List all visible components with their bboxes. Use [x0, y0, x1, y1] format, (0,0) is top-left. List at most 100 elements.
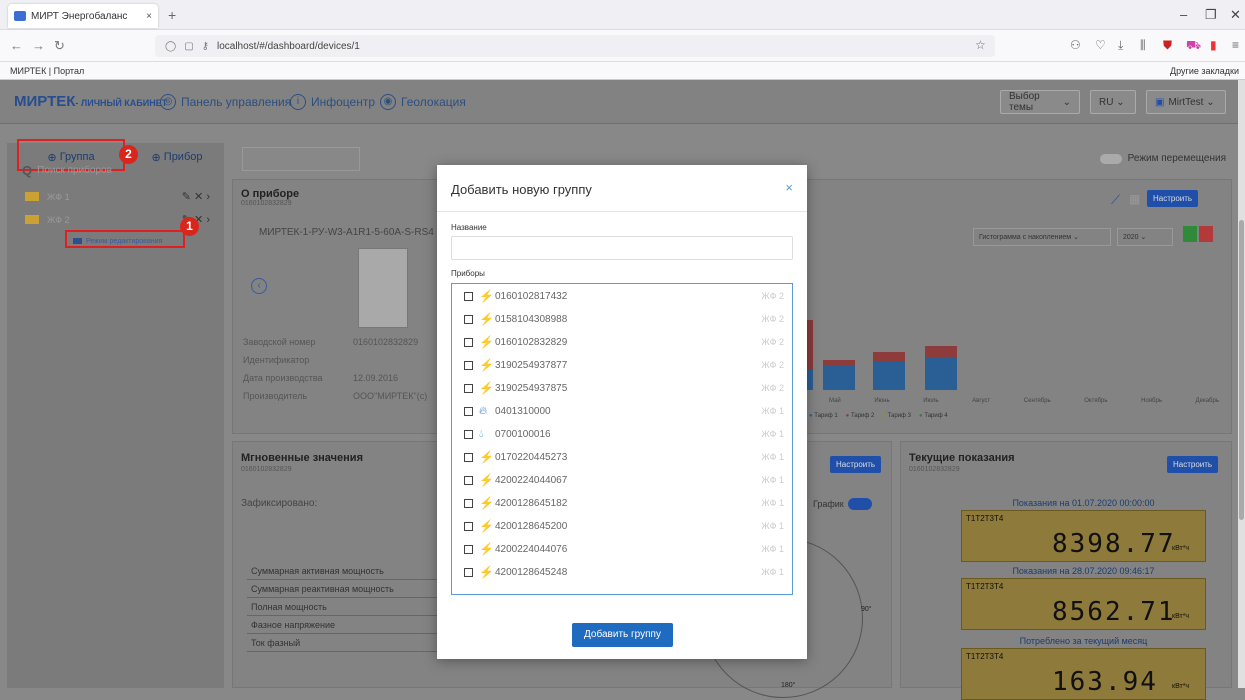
plus-circle-icon: ⊕: [151, 151, 164, 164]
move-mode-toggle[interactable]: Режим перемещения: [1099, 153, 1226, 164]
table-icon[interactable]: ▦: [1129, 192, 1140, 206]
x-tick: Июль: [923, 398, 939, 404]
nav-geolocation[interactable]: ◉ Геолокация: [380, 94, 466, 110]
device-item[interactable]: ⚡ 4200128645248 ЖФ 1: [464, 561, 784, 583]
checkbox[interactable]: [464, 429, 473, 439]
maximize-icon[interactable]: ❐: [1205, 7, 1217, 23]
export-excel-icon[interactable]: [1183, 226, 1197, 242]
chart-line-icon[interactable]: ⟋: [1111, 192, 1120, 208]
meter-photo: [358, 248, 408, 328]
user-select[interactable]: ▣ MirtTest ⌄: [1146, 90, 1226, 114]
device-item[interactable]: 💧︎ 0700100016 ЖФ 1: [464, 423, 784, 445]
nav-infocenter[interactable]: i Инфоцентр: [290, 94, 375, 110]
browser-tab[interactable]: МИРТ Энергобаланс ×: [8, 4, 158, 28]
device-item[interactable]: 🔥︎ 0401310000 ЖФ 1: [464, 400, 784, 422]
checkbox[interactable]: [464, 360, 473, 370]
sidebar-item-zhf1[interactable]: ЖФ 1 ✎ ✕ ›: [25, 190, 210, 203]
configure-chart-button[interactable]: Настроить: [1147, 190, 1199, 207]
device-search[interactable]: Q Поиск приборов: [22, 163, 112, 178]
checkbox[interactable]: [464, 337, 473, 347]
tab-close-icon[interactable]: ×: [146, 11, 152, 22]
electricity-icon: ⚡: [479, 381, 494, 395]
bookmark-other[interactable]: Другие закладки: [1170, 66, 1239, 76]
nav-dashboard[interactable]: ◎ Панель управления: [160, 94, 291, 110]
add-group-submit-button[interactable]: Добавить группу: [572, 623, 673, 647]
chart-type-select[interactable]: Гистограмма с накоплением ⌄: [973, 228, 1111, 246]
app-logo[interactable]: МИРТЕК- ЛИЧНЫЙ КАБИНЕТ: [14, 93, 167, 110]
logo-subtext: - ЛИЧНЫЙ КАБИНЕТ: [75, 98, 168, 108]
pocket-icon[interactable]: ♡: [1095, 38, 1106, 52]
checkbox[interactable]: [464, 291, 473, 301]
bookmark-mirtek[interactable]: МИРТЕК | Портал: [10, 66, 84, 76]
forward-icon[interactable]: →: [32, 38, 45, 53]
extension-shield-icon[interactable]: ⛊: [1163, 38, 1172, 53]
add-device-button[interactable]: ⊕ Прибор: [137, 143, 217, 171]
library-icon[interactable]: ⫼: [1140, 38, 1146, 53]
export-pdf-icon[interactable]: [1199, 226, 1213, 242]
url-bar[interactable]: ◯ ▢ ⚷ localhost/#/dashboard/devices/1: [155, 35, 995, 57]
menu-icon[interactable]: ≡: [1232, 38, 1239, 52]
device-item[interactable]: ⚡ 0158104308988 ЖФ 2: [464, 308, 784, 330]
page-scrollbar[interactable]: [1238, 80, 1245, 688]
window-close-icon[interactable]: ✕: [1230, 7, 1241, 23]
configure-instant-button[interactable]: Настроить: [830, 456, 882, 473]
chart-bar: [925, 346, 957, 390]
checkbox[interactable]: [464, 567, 473, 577]
device-item[interactable]: ⚡ 3190254937875 ЖФ 2: [464, 377, 784, 399]
checkbox[interactable]: [464, 314, 473, 324]
device-item[interactable]: ⚡ 0160102817432 ЖФ 2: [464, 285, 784, 307]
theme-select[interactable]: Выбор темы ⌄: [1000, 90, 1080, 114]
toggle-switch[interactable]: [1099, 153, 1122, 164]
year-select[interactable]: 2020 ⌄: [1117, 228, 1173, 246]
device-group: ЖФ 1: [761, 452, 784, 462]
device-item[interactable]: ⚡ 3190254937877 ЖФ 2: [464, 354, 784, 376]
minimize-icon[interactable]: –: [1180, 7, 1187, 22]
bookmark-star-icon[interactable]: ☆: [975, 38, 986, 52]
extension-cart-icon[interactable]: ⛟: [1186, 38, 1201, 54]
device-model: МИРТЕК-1-РУ-W3-A1R1-5-60A-S-RS4: [259, 227, 434, 238]
reading-caption: Показания на 28.07.2020 09:46:17: [1012, 566, 1155, 576]
device-item[interactable]: ⚡ 4200128645182 ЖФ 1: [464, 492, 784, 514]
lcd-display: T1T2T3T4 8562.71 кВт*ч: [961, 578, 1206, 630]
device-id: 4200128645200: [495, 520, 568, 532]
lcd-unit: кВт*ч: [1172, 613, 1190, 620]
about-row: Идентификатор: [243, 355, 443, 365]
reload-icon[interactable]: ↻: [54, 38, 65, 54]
device-id: 0170220445273: [495, 451, 568, 463]
logo-text: МИРТЕК: [14, 93, 76, 110]
checkbox[interactable]: [464, 544, 473, 554]
device-item[interactable]: ⚡ 4200224044067 ЖФ 1: [464, 469, 784, 491]
device-item[interactable]: ⚡ 0160102832829 ЖФ 2: [464, 331, 784, 353]
language-select[interactable]: RU ⌄: [1090, 90, 1136, 114]
extension-flag-icon[interactable]: ▮: [1210, 38, 1217, 52]
legend-item[interactable]: ● Тариф 3: [882, 413, 911, 419]
device-id: 0158104308988: [495, 313, 568, 325]
x-tick: Ноябрь: [1141, 398, 1162, 404]
device-item[interactable]: ⚡ 0170220445273 ЖФ 1: [464, 446, 784, 468]
item-actions[interactable]: ✎ ✕ ›: [182, 190, 210, 203]
legend-item[interactable]: ● Тариф 4: [919, 413, 948, 419]
toggle-switch[interactable]: [847, 498, 872, 510]
graph-toggle[interactable]: График: [813, 498, 872, 510]
configure-current-button[interactable]: Настроить: [1167, 456, 1219, 473]
add-widget-select[interactable]: Добавить виджет ⌄: [242, 147, 360, 171]
prev-arrow-icon[interactable]: ‹: [251, 278, 267, 294]
legend-item[interactable]: ● Тариф 2: [846, 413, 875, 419]
checkbox[interactable]: [464, 406, 473, 416]
device-item[interactable]: ⚡ 4200128645200 ЖФ 1: [464, 515, 784, 537]
scrollbar-thumb[interactable]: [1239, 220, 1244, 520]
back-icon[interactable]: ←: [10, 38, 23, 53]
device-item[interactable]: ⚡ 4200224044076 ЖФ 1: [464, 538, 784, 560]
checkbox[interactable]: [464, 452, 473, 462]
legend-item[interactable]: ● Тариф 1: [809, 413, 838, 419]
device-list[interactable]: ⚡ 0160102817432 ЖФ 2 ⚡ 0158104308988 ЖФ 2 ⚡ 0…: [451, 283, 793, 595]
downloads-icon[interactable]: ⤓: [1118, 38, 1123, 53]
account-icon[interactable]: ⚇: [1070, 38, 1081, 52]
checkbox[interactable]: [464, 475, 473, 485]
close-icon[interactable]: ×: [785, 180, 793, 195]
group-name-input[interactable]: [451, 236, 793, 260]
checkbox[interactable]: [464, 498, 473, 508]
checkbox[interactable]: [464, 383, 473, 393]
new-tab-button[interactable]: +: [168, 7, 176, 23]
checkbox[interactable]: [464, 521, 473, 531]
